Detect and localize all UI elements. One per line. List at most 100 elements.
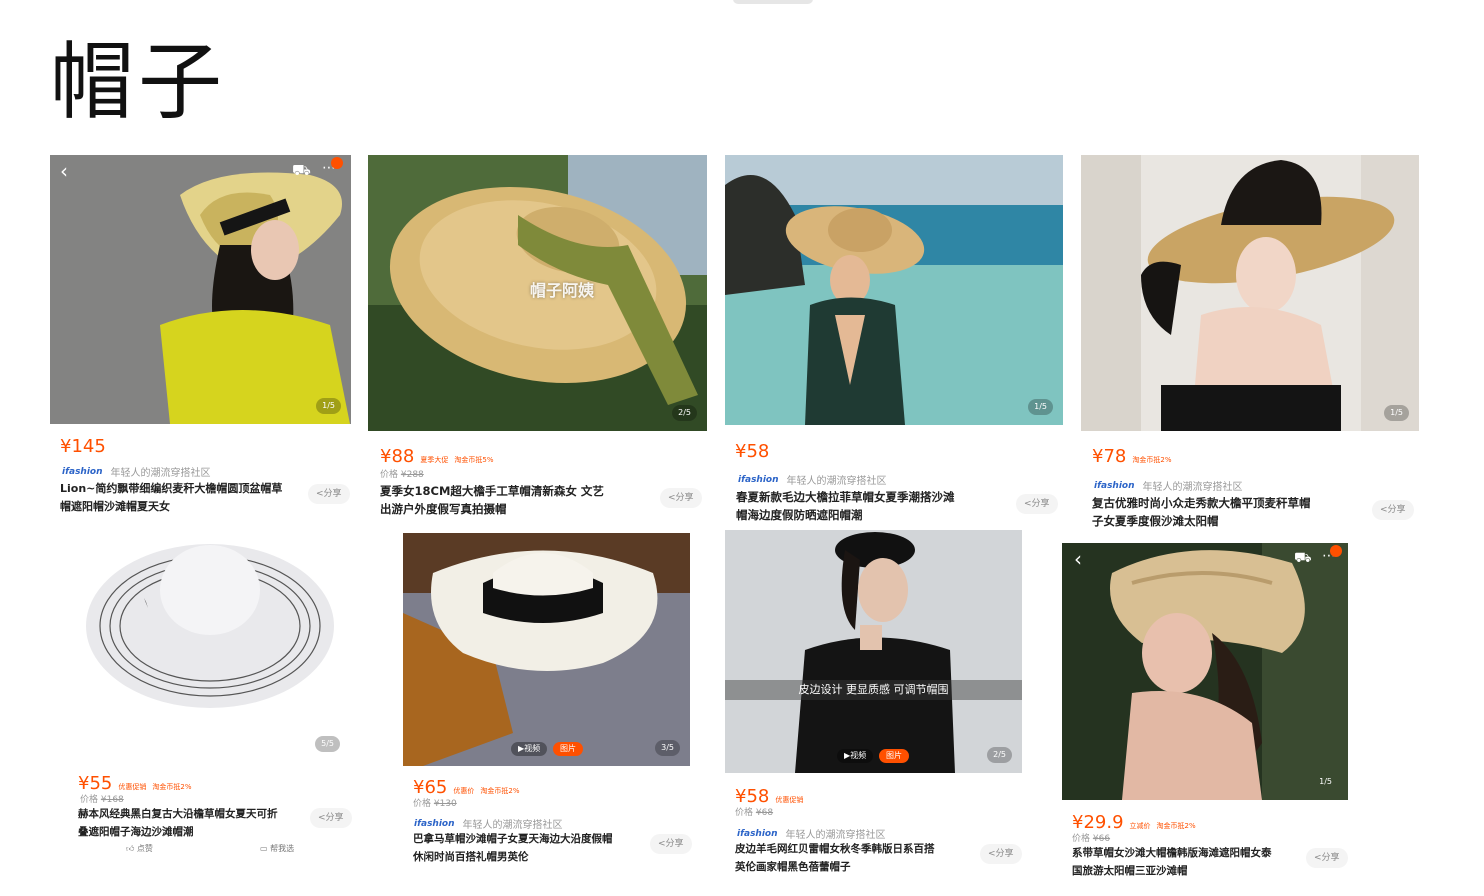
shop-logo: ifashion xyxy=(414,818,455,829)
share-button[interactable]: <分享 xyxy=(660,488,702,508)
original-price-value: ¥288 xyxy=(400,470,424,480)
back-arrow-icon[interactable]: ‹ xyxy=(1074,549,1082,569)
original-price-value: ¥130 xyxy=(433,799,457,809)
image-pill[interactable]: 图片 xyxy=(879,749,909,763)
product-photo xyxy=(1062,543,1348,800)
product-title[interactable]: 复古优雅时尚小众走秀款大檐平顶麦秆草帽 子女夏季度假沙滩太阳帽 xyxy=(1092,494,1362,530)
price-row: ¥145 xyxy=(60,436,106,457)
share-button[interactable]: <分享 xyxy=(650,834,692,854)
image-counter: 1/5 xyxy=(316,398,341,414)
share-button[interactable]: <分享 xyxy=(1306,848,1348,868)
product-title[interactable]: 春夏新款毛边大檐拉菲草帽女夏季潮搭沙滩 帽海边度假防晒遮阳帽潮 xyxy=(736,488,1006,524)
share-button[interactable]: <分享 xyxy=(1372,500,1414,520)
product-title-line: 系带草帽女沙滩大帽檐韩版海滩遮阳帽女泰 xyxy=(1072,847,1272,859)
share-button[interactable]: <分享 xyxy=(308,484,350,504)
cart-count-badge xyxy=(331,157,343,169)
product-photo xyxy=(50,155,351,424)
page-title: 帽子 xyxy=(50,33,227,131)
like-button[interactable]: 👍︎ 点赞 xyxy=(126,843,153,854)
product-title-line: 春夏新款毛边大檐拉菲草帽女夏季潮搭沙滩 xyxy=(736,490,955,504)
product-title-line: Lion~简约飘带细编织麦秆大檐帽圆顶盆帽草 xyxy=(60,482,283,495)
shop-row[interactable]: ifashion 年轻人的潮流穿搭社区 xyxy=(1094,478,1243,494)
promo-tag: 优惠促销 xyxy=(118,783,147,791)
original-price: 价格 ¥168 xyxy=(80,795,124,805)
coin-tag: 淘金币抵5% xyxy=(454,456,494,464)
price: ¥78 xyxy=(1092,446,1127,467)
original-price-value: ¥68 xyxy=(755,808,774,818)
product-title-line: 帽海边度假防晒遮阳帽潮 xyxy=(736,508,863,522)
image-counter: 2/5 xyxy=(672,405,697,421)
price-row: ¥58 xyxy=(735,441,769,462)
product-title-line: 帽遮阳帽沙滩帽夏天女 xyxy=(60,500,170,513)
original-price-value: ¥66 xyxy=(1092,834,1111,844)
shop-row[interactable]: ifashion 年轻人的潮流穿搭社区 xyxy=(738,472,887,488)
product-photo xyxy=(403,533,690,766)
back-arrow-icon[interactable]: ‹ xyxy=(60,161,68,181)
product-title-line: 子女夏季度假沙滩太阳帽 xyxy=(1092,514,1219,528)
product-image[interactable]: ‹ ⛟ ⋯ 1/5 xyxy=(1062,543,1348,800)
product-photo xyxy=(725,530,1022,773)
product-image[interactable]: 5/5 xyxy=(70,530,350,760)
product-title-line: 皮边羊毛网红贝雷帽女秋冬季韩版日系百搭 xyxy=(735,843,935,855)
product-photo xyxy=(70,530,350,760)
price-row: ¥88 夏季大促 淘金币抵5% xyxy=(380,446,493,467)
video-pill[interactable]: ▶视频 xyxy=(837,749,874,763)
shortlist-label: 帮我选 xyxy=(270,844,295,853)
like-label: 点赞 xyxy=(136,844,153,853)
promo-tag: 优惠促销 xyxy=(775,796,804,804)
cart-icon[interactable]: ⛟ xyxy=(1294,551,1312,565)
product-image[interactable]: 皮边设计 更显质感 可调节帽围 ▶视频 图片 2/5 xyxy=(725,530,1022,773)
product-image[interactable]: ▶视频 图片 3/5 xyxy=(403,533,690,766)
cart-icon[interactable]: ⛟ xyxy=(292,163,311,178)
image-counter: 5/5 xyxy=(315,736,340,752)
product-title[interactable]: 系带草帽女沙滩大帽檐韩版海滩遮阳帽女泰 国旅游太阳帽三亚沙滩帽 xyxy=(1072,844,1302,880)
image-pill[interactable]: 图片 xyxy=(553,742,583,756)
shop-row[interactable]: ifashion 年轻人的潮流穿搭社区 xyxy=(737,826,886,842)
product-title-line: 英伦画家帽黑色蓓蕾帽子 xyxy=(735,861,851,873)
cart-count-badge xyxy=(1330,545,1342,557)
shop-name: 年轻人的潮流穿搭社区 xyxy=(1142,482,1243,493)
price: ¥145 xyxy=(60,436,106,457)
product-photo xyxy=(1081,155,1419,431)
window-handle xyxy=(733,0,813,4)
shop-name: 年轻人的潮流穿搭社区 xyxy=(785,830,886,841)
shop-logo: ifashion xyxy=(1094,480,1135,491)
promo-tag: 优惠价 xyxy=(453,787,475,795)
price-row: ¥65 优惠价 淘金币抵2% xyxy=(413,777,519,798)
promo-tag: 立减价 xyxy=(1129,822,1151,830)
shop-row[interactable]: ifashion 年轻人的潮流穿搭社区 xyxy=(62,464,211,480)
product-title-line: 夏季女18CM超大檐手工草帽清新森女 文艺 xyxy=(380,484,604,498)
product-title[interactable]: 赫本风经典黑白复古大沿檐草帽女夏天可折 叠遮阳帽子海边沙滩帽潮 xyxy=(78,805,308,841)
share-button[interactable]: <分享 xyxy=(980,844,1022,864)
shop-row[interactable]: ifashion 年轻人的潮流穿搭社区 xyxy=(414,816,563,832)
product-image[interactable]: 帽子阿姨 2/5 xyxy=(368,155,707,431)
product-title[interactable]: 巴拿马草帽沙滩帽子女夏天海边大沿度假帽 休闲时尚百搭礼帽男英伦 xyxy=(413,830,643,866)
product-title-line: 叠遮阳帽子海边沙滩帽潮 xyxy=(78,826,194,838)
product-image[interactable]: 1/5 xyxy=(725,155,1063,425)
coin-tag: 淘金币抵2% xyxy=(1132,456,1172,464)
coin-tag: 淘金币抵2% xyxy=(480,787,520,795)
image-counter: 2/5 xyxy=(987,747,1012,763)
price-row: ¥29.9 立减价 淘金币抵2% xyxy=(1072,812,1196,833)
original-price: 价格 ¥288 xyxy=(380,470,424,480)
image-counter: 1/5 xyxy=(1319,777,1332,786)
original-price: 价格 ¥68 xyxy=(735,808,774,818)
shortlist-button[interactable]: ▭ 帮我选 xyxy=(260,843,294,854)
price: ¥55 xyxy=(78,773,113,794)
watermark: 帽子阿姨 xyxy=(530,281,595,300)
shop-logo: ifashion xyxy=(738,474,779,485)
image-counter: 1/5 xyxy=(1384,405,1409,421)
price: ¥58 xyxy=(735,786,770,807)
share-button[interactable]: <分享 xyxy=(1016,494,1058,514)
price: ¥58 xyxy=(735,441,770,462)
product-title-line: 国旅游太阳帽三亚沙滩帽 xyxy=(1072,865,1188,877)
product-image[interactable]: ‹ ⛟ ⋯ 1/5 xyxy=(50,155,351,424)
product-image[interactable]: 1/5 xyxy=(1081,155,1419,431)
product-title[interactable]: 皮边羊毛网红贝雷帽女秋冬季韩版日系百搭 英伦画家帽黑色蓓蕾帽子 xyxy=(735,840,970,876)
image-counter: 3/5 xyxy=(655,740,680,756)
product-title[interactable]: 夏季女18CM超大檐手工草帽清新森女 文艺 出游户外度假写真拍摄帽 xyxy=(380,482,650,518)
video-pill[interactable]: ▶视频 xyxy=(511,742,548,756)
original-price: 价格 ¥66 xyxy=(1072,834,1111,844)
share-button[interactable]: <分享 xyxy=(310,808,352,828)
product-title[interactable]: Lion~简约飘带细编织麦秆大檐帽圆顶盆帽草 帽遮阳帽沙滩帽夏天女 xyxy=(60,480,305,516)
